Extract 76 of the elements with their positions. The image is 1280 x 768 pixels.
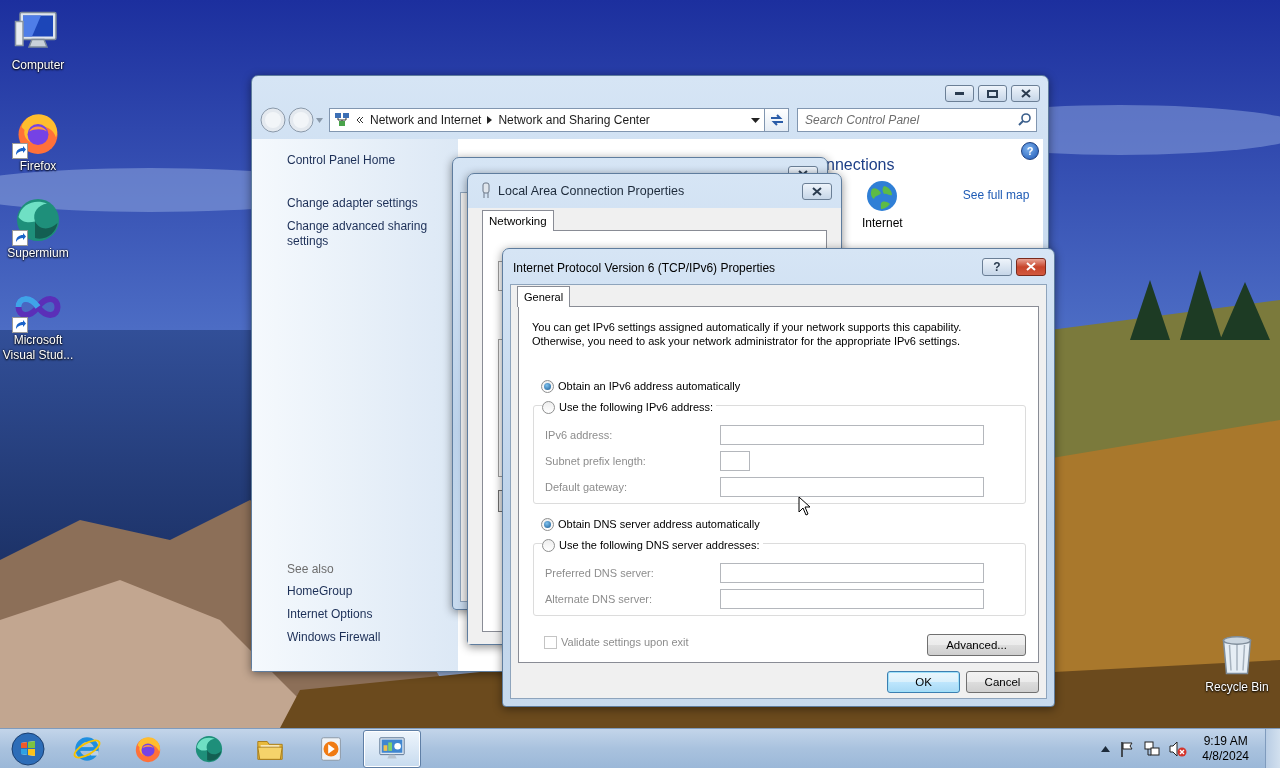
clock-time: 9:19 AM [1203,733,1248,749]
desktop-icon-label[interactable]: Recycle Bin [1205,680,1269,695]
recent-pages-icon[interactable] [316,117,323,123]
radio-button[interactable]: Obtain DNS server address automatically [541,516,763,532]
minimize-icon [955,92,964,95]
radio-indicator[interactable] [541,517,554,531]
close-button[interactable] [1016,257,1046,276]
sidebar-link[interactable]: HomeGroup [287,584,448,599]
radio-button[interactable]: Use the following IPv6 address: [542,399,717,415]
search-icon[interactable] [1018,113,1031,126]
connector-icon [480,182,492,200]
minimize-button[interactable] [945,85,974,102]
sidebar-link[interactable]: Internet Options [287,607,448,622]
radio-button[interactable]: Obtain an IPv6 address automatically [541,378,744,394]
clock[interactable]: 9:19 AM 4/8/2024 [1202,733,1249,764]
breadcrumb-item[interactable]: Network and Sharing Center [498,113,650,127]
close-icon [1026,262,1036,271]
desktop-icon-label[interactable]: Supermium [7,246,69,261]
address-bar[interactable]: Network and Internet Network and Sharing Center [329,108,765,132]
window-title: Internet Protocol Version 6 (TCP/IPv6) Properties [513,259,776,275]
search-field[interactable]: Search Control Panel [797,108,1037,132]
section-heading: nnections [826,156,895,174]
field-label: IPv6 address: [545,429,614,441]
show-desktop-button[interactable] [1265,728,1280,768]
radio-indicator[interactable] [542,538,555,552]
tab[interactable]: General [517,286,571,307]
sidebar-link[interactable]: Change adapter settings [287,196,448,211]
restore-icon [987,89,998,98]
orb-icon [194,733,224,764]
sidebar-link[interactable]: Windows Firewall [287,630,448,645]
window-title: Local Area Connection Properties [498,184,685,198]
see-also-heading: See also [287,562,335,576]
sidebar-link[interactable]: Change advanced sharing settings [287,219,448,249]
dialog-button[interactable]: Cancel [966,671,1039,693]
desktop-icon-label[interactable]: Firefox [19,159,57,174]
see-full-map-link[interactable]: See full map [962,188,1030,203]
close-icon [1020,89,1031,98]
pointer-icon [798,496,810,516]
desktop-icon-label[interactable]: Computer [11,58,65,73]
dialog-button[interactable]: OK [887,671,960,693]
tab[interactable]: Networking [482,210,554,231]
clock-date: 4/8/2024 [1202,748,1249,764]
close-icon [812,186,822,196]
forward-button[interactable] [288,107,314,133]
flag-icon[interactable] [1119,740,1136,757]
dropdown-arrow-icon [751,117,760,123]
orb-icon [14,196,62,244]
network-icon[interactable] [1144,740,1161,757]
taskbar-button[interactable] [363,729,421,768]
field-label: Subnet prefix length: [545,455,647,467]
desktop-icon-label[interactable]: Microsoft Visual Stud... [0,333,76,363]
radio-indicator[interactable] [541,379,554,393]
radio-indicator[interactable] [542,400,555,414]
show-hidden-icons-icon[interactable] [1101,745,1111,752]
sidebar-link[interactable]: Control Panel Home [287,153,448,168]
network-icon [334,112,350,128]
field-label: Preferred DNS server: [545,567,655,579]
chevron-icon [356,116,364,124]
refresh-icon [768,113,785,127]
breadcrumb-item[interactable]: Network and Internet [370,113,482,127]
radio-button[interactable]: Use the following DNS server addresses: [542,537,763,553]
breadcrumb-arrow-icon [487,116,493,124]
description-text: You can get IPv6 settings assigned automatically if your network supports this capability. Otherwise, you need to ask your network administrator for the appropriate IPv6 settings. [532,320,963,348]
field-label: Alternate DNS server: [545,593,653,605]
help-button[interactable]: ? [982,257,1012,276]
start-orb-icon [11,731,45,766]
close-button[interactable] [1011,85,1040,102]
back-button[interactable] [260,107,286,133]
field-label: Default gateway: [545,481,628,493]
advanced-button[interactable]: Advanced... [927,634,1026,656]
speaker-muted-icon[interactable] [1169,740,1188,757]
close-button[interactable] [802,182,832,200]
network-label: Internet [862,216,903,230]
restore-button[interactable] [978,85,1007,102]
refresh-button[interactable] [765,108,789,132]
globe-icon [866,180,899,212]
